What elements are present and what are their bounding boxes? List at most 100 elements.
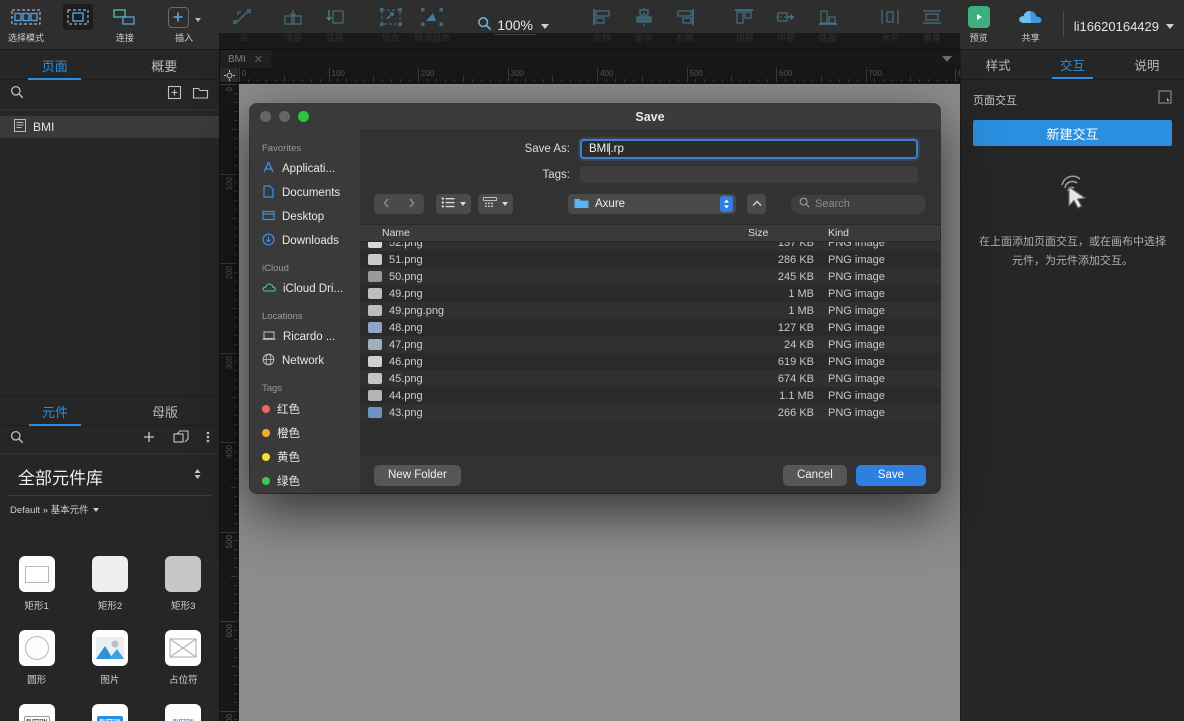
sidebar-item-network[interactable]: Network: [250, 349, 360, 373]
widget-rectangle1[interactable]: 矩形1: [0, 556, 73, 630]
tags-input[interactable]: [580, 166, 918, 183]
insert-button[interactable]: 插入: [160, 0, 208, 50]
zoom-dropdown-icon[interactable]: [541, 23, 550, 29]
close-window-button[interactable]: [260, 111, 271, 122]
image-icon: [91, 630, 128, 666]
library-selector[interactable]: 全部元件库: [8, 454, 212, 496]
tab-outline-label: 概要: [151, 58, 178, 74]
connect-button[interactable]: 连接: [104, 0, 146, 50]
file-row[interactable]: 43.png 266 KB PNG image: [360, 404, 940, 421]
widgets-masters-tabs: 元件 母版: [0, 396, 220, 426]
insert-label: 插入: [175, 33, 194, 43]
column-name[interactable]: Name: [360, 227, 742, 239]
button-icon: BUTTON: [18, 704, 55, 721]
search-icon[interactable]: [10, 430, 24, 449]
placeholder-icon: [165, 630, 202, 666]
tab-masters[interactable]: 母版: [110, 396, 220, 426]
add-folder-icon[interactable]: [192, 85, 209, 105]
tab-style[interactable]: 样式: [961, 50, 1035, 79]
sidebar-item-icloud-drive[interactable]: iCloud Dri...: [250, 277, 360, 301]
file-row[interactable]: 49.png.png 1 MB PNG image: [360, 302, 940, 319]
widget-rectangle2[interactable]: 矩形2: [73, 556, 146, 630]
new-interaction-button[interactable]: 新建交互: [973, 120, 1172, 146]
widget-image[interactable]: 图片: [73, 630, 146, 704]
updown-arrows-icon[interactable]: [193, 467, 202, 486]
search-icon[interactable]: [10, 85, 24, 104]
widget-rectangle3[interactable]: 矩形3: [147, 556, 220, 630]
new-folder-button[interactable]: New Folder: [374, 464, 461, 486]
save-as-input[interactable]: BMI .rp: [580, 139, 918, 159]
select-mode-button[interactable]: 选择模式: [0, 0, 52, 50]
plus-icon[interactable]: [142, 430, 156, 449]
preview-button[interactable]: 预览: [953, 0, 1005, 50]
file-row[interactable]: 51.png 286 KB PNG image: [360, 251, 940, 268]
expand-icon[interactable]: [1158, 90, 1172, 109]
tab-interactions[interactable]: 交互: [1035, 50, 1109, 79]
file-row[interactable]: 49.png 1 MB PNG image: [360, 285, 940, 302]
tab-interactions-label: 交互: [1059, 59, 1085, 73]
sidebar-item-applications[interactable]: Applicati...: [250, 157, 360, 181]
column-size[interactable]: Size: [742, 227, 820, 239]
finder-search-input[interactable]: Search: [791, 194, 926, 214]
more-icon[interactable]: [206, 430, 210, 449]
ruler-origin-icon[interactable]: [220, 68, 238, 82]
file-row[interactable]: 50.png 245 KB PNG image: [360, 268, 940, 285]
group-view-button[interactable]: [478, 194, 513, 214]
file-list[interactable]: 52.png 137 KB PNG image 51.png 286 KB PNG ima…: [360, 242, 940, 457]
library-path[interactable]: Default » 基本元件: [0, 496, 220, 520]
account-chevron-down-icon[interactable]: [1166, 23, 1174, 29]
cancel-label: Cancel: [796, 469, 833, 481]
sidebar-item-ricardo[interactable]: Ricardo ...: [250, 325, 360, 349]
location-popup-button[interactable]: Axure: [568, 194, 736, 214]
list-view-chevron-down-icon[interactable]: [460, 202, 466, 206]
file-row[interactable]: 45.png 674 KB PNG image: [360, 370, 940, 387]
tab-widgets[interactable]: 元件: [0, 396, 110, 426]
save-as-value-after: .rp: [610, 143, 624, 155]
insert-dropdown-icon[interactable]: [194, 18, 201, 22]
file-row[interactable]: 47.png 24 KB PNG image: [360, 336, 940, 353]
widget-button[interactable]: BUTTON 按钮: [0, 704, 73, 721]
group-view-chevron-down-icon[interactable]: [502, 202, 508, 206]
file-row[interactable]: 46.png 619 KB PNG image: [360, 353, 940, 370]
save-as-label: Save As:: [524, 143, 570, 155]
file-row[interactable]: 52.png 137 KB PNG image: [360, 242, 940, 251]
sidebar-item-downloads[interactable]: Downloads: [250, 229, 360, 253]
file-row[interactable]: 44.png 1.1 MB PNG image: [360, 387, 940, 404]
widget-link-button[interactable]: BUTTON 链接按钮: [147, 704, 220, 721]
save-button[interactable]: Save: [855, 464, 926, 486]
tab-pages[interactable]: 页面: [0, 50, 110, 80]
tab-notes[interactable]: 说明: [1110, 50, 1184, 79]
forward-button[interactable]: [399, 194, 424, 214]
list-view-button[interactable]: [436, 194, 471, 214]
page-item-bmi[interactable]: BMI: [0, 116, 219, 138]
sidebar-tag-red[interactable]: 红色: [250, 397, 360, 421]
back-button[interactable]: [374, 194, 399, 214]
widget-circle[interactable]: 圆形: [0, 630, 73, 704]
go-up-button[interactable]: [747, 194, 766, 214]
widget-primary-button[interactable]: BUTTON 主要按钮: [73, 704, 146, 721]
save-dialog-titlebar: Save: [250, 104, 940, 129]
zoom-window-button[interactable]: [298, 111, 309, 122]
sidebar-item-desktop[interactable]: Desktop: [250, 205, 360, 229]
point-icon: [232, 4, 254, 30]
sidebar-tag-yellow[interactable]: 黄色: [250, 445, 360, 469]
tab-outline[interactable]: 概要: [110, 50, 220, 80]
library-icon[interactable]: [173, 430, 189, 449]
pages-search-input[interactable]: [30, 85, 161, 105]
minimize-window-button[interactable]: [279, 111, 290, 122]
file-name-cell: 44.png: [360, 390, 742, 402]
sidebar-item-documents[interactable]: Documents: [250, 181, 360, 205]
widget-placeholder[interactable]: 占位符: [147, 630, 220, 704]
cancel-button[interactable]: Cancel: [782, 464, 847, 486]
share-button[interactable]: 共享: [1005, 0, 1057, 50]
file-name-cell: 52.png: [360, 242, 742, 249]
account-menu[interactable]: li16620164429: [1074, 0, 1174, 50]
file-size: 137 KB: [777, 242, 814, 249]
sidebar-tag-green[interactable]: 绿色: [250, 469, 360, 493]
sidebar-tag-orange[interactable]: 橙色: [250, 421, 360, 445]
add-page-icon[interactable]: [167, 85, 182, 105]
file-row[interactable]: 48.png 127 KB PNG image: [360, 319, 940, 336]
library-path-chevron-down-icon[interactable]: [92, 508, 99, 512]
column-kind[interactable]: Kind: [820, 227, 920, 239]
connect-mode-button[interactable]: 选择模式 连接: [52, 0, 104, 50]
